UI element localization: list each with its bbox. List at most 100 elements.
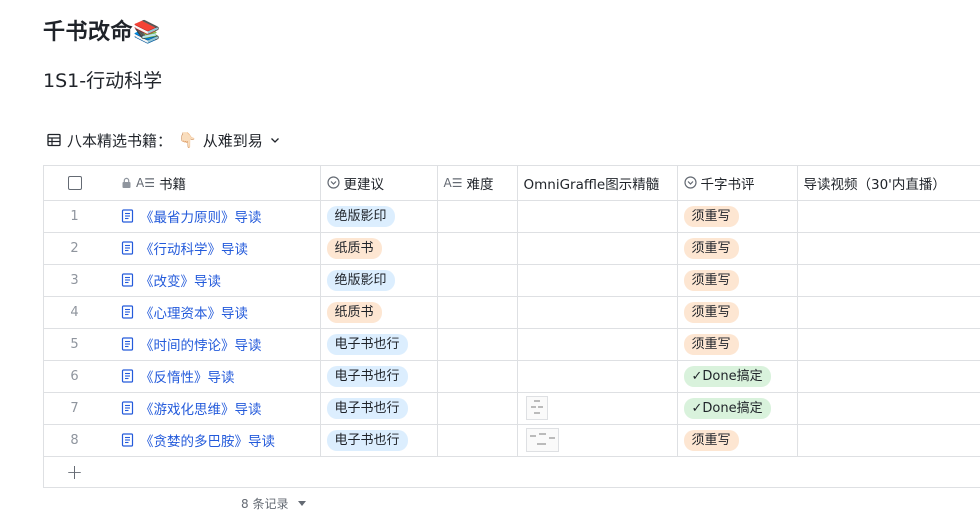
cell-video[interactable]: [797, 392, 980, 425]
cell-omni[interactable]: [517, 200, 678, 233]
cell-book[interactable]: 《贪婪的多巴胺》导读: [105, 424, 321, 457]
cell-review[interactable]: 须重写: [677, 232, 798, 265]
single-select-icon: [326, 176, 340, 189]
view-sort-label: 从难到易: [202, 131, 263, 150]
book-link[interactable]: 《反惰性》导读: [111, 366, 314, 386]
document-icon: [121, 401, 134, 415]
record-count-footer[interactable]: 8 条记录: [241, 495, 307, 512]
page-title: 千书改命📚: [43, 20, 161, 45]
table-row[interactable]: 5 《时间的悖论》导读 电子书也行 须重写: [44, 328, 980, 361]
table-row[interactable]: 1 《最省力原则》导读 绝版影印 须重写: [44, 200, 980, 233]
cell-video[interactable]: [797, 232, 980, 265]
cell-book[interactable]: 《心理资本》导读: [105, 296, 321, 329]
table-row[interactable]: 6 《反惰性》导读 电子书也行 ✓Done搞定: [44, 360, 980, 393]
column-header-book[interactable]: A☰ 书籍: [105, 166, 321, 201]
cell-suggestion[interactable]: 电子书也行: [320, 360, 438, 393]
review-tag: ✓Done搞定: [683, 397, 771, 419]
cell-review[interactable]: 须重写: [677, 328, 798, 361]
record-count: 8 条记录: [241, 497, 289, 511]
book-link[interactable]: 《贪婪的多巴胺》导读: [111, 430, 314, 450]
cell-review[interactable]: 须重写: [677, 296, 798, 329]
row-number: 3: [44, 264, 105, 297]
cell-suggestion[interactable]: 绝版影印: [320, 264, 438, 297]
cell-book[interactable]: 《行动科学》导读: [105, 232, 321, 265]
review-tag: ✓Done搞定: [683, 365, 771, 387]
column-header-omni-label: OmniGraffle图示精髓: [523, 176, 660, 193]
table-row[interactable]: 3 《改变》导读 绝版影印 须重写: [44, 264, 980, 297]
cell-difficulty[interactable]: [437, 200, 518, 233]
cell-review[interactable]: ✓Done搞定: [677, 360, 798, 393]
select-all-cell[interactable]: [44, 166, 105, 201]
cell-review[interactable]: ✓Done搞定: [677, 392, 798, 425]
caret-down-icon[interactable]: [298, 501, 307, 506]
cell-review[interactable]: 须重写: [677, 264, 798, 297]
cell-review[interactable]: 须重写: [677, 424, 798, 457]
book-link[interactable]: 《改变》导读: [111, 270, 314, 290]
cell-suggestion[interactable]: 绝版影印: [320, 200, 438, 233]
book-link[interactable]: 《游戏化思维》导读: [111, 398, 314, 418]
column-header-video[interactable]: 导读视频（30'内直播）: [797, 166, 980, 201]
select-all-checkbox[interactable]: [67, 175, 82, 190]
cell-book[interactable]: 《时间的悖论》导读: [105, 328, 321, 361]
table-row[interactable]: 8 《贪婪的多巴胺》导读 电子书也行 须重写: [44, 424, 980, 457]
cell-book[interactable]: 《游戏化思维》导读: [105, 392, 321, 425]
cell-difficulty[interactable]: [437, 392, 518, 425]
book-link[interactable]: 《最省力原则》导读: [111, 206, 314, 226]
cell-suggestion[interactable]: 纸质书: [320, 232, 438, 265]
cell-video[interactable]: [797, 200, 980, 233]
cell-omni[interactable]: [517, 264, 678, 297]
cell-omni[interactable]: [517, 360, 678, 393]
document-icon: [121, 369, 134, 383]
cell-book[interactable]: 《反惰性》导读: [105, 360, 321, 393]
book-title: 《时间的悖论》导读: [140, 338, 262, 354]
cell-difficulty[interactable]: [437, 264, 518, 297]
book-link[interactable]: 《行动科学》导读: [111, 238, 314, 258]
book-title: 《贪婪的多巴胺》导读: [140, 434, 275, 450]
cell-difficulty[interactable]: [437, 328, 518, 361]
column-header-suggestion[interactable]: 更建议: [320, 166, 438, 201]
view-label: 八本精选书籍：: [67, 131, 173, 150]
column-header-difficulty[interactable]: A☰ 难度: [437, 166, 518, 201]
cell-omni[interactable]: [517, 232, 678, 265]
document-icon: [121, 433, 134, 447]
cell-omni[interactable]: [517, 424, 678, 457]
column-header-review[interactable]: 千字书评: [677, 166, 798, 201]
cell-suggestion[interactable]: 电子书也行: [320, 392, 438, 425]
cell-book[interactable]: 《改变》导读: [105, 264, 321, 297]
cell-suggestion[interactable]: 纸质书: [320, 296, 438, 329]
cell-difficulty[interactable]: [437, 232, 518, 265]
suggestion-tag: 电子书也行: [326, 397, 408, 419]
chevron-down-icon[interactable]: [269, 134, 281, 146]
cell-video[interactable]: [797, 424, 980, 457]
book-link[interactable]: 《时间的悖论》导读: [111, 334, 314, 354]
cell-video[interactable]: [797, 328, 980, 361]
cell-omni[interactable]: [517, 296, 678, 329]
cell-video[interactable]: [797, 360, 980, 393]
cell-review[interactable]: 须重写: [677, 200, 798, 233]
add-row[interactable]: +: [44, 456, 980, 487]
plus-icon[interactable]: +: [66, 460, 83, 484]
cell-omni[interactable]: [517, 328, 678, 361]
cell-video[interactable]: [797, 264, 980, 297]
diagram-thumbnail[interactable]: [525, 428, 559, 452]
cell-omni[interactable]: [517, 392, 678, 425]
cell-video[interactable]: [797, 296, 980, 329]
table-row[interactable]: 4 《心理资本》导读 纸质书 须重写: [44, 296, 980, 329]
suggestion-tag: 电子书也行: [326, 365, 408, 387]
column-header-book-label: 书籍: [158, 176, 186, 193]
cell-book[interactable]: 《最省力原则》导读: [105, 200, 321, 233]
cell-difficulty[interactable]: [437, 360, 518, 393]
cell-difficulty[interactable]: [437, 424, 518, 457]
cell-suggestion[interactable]: 电子书也行: [320, 328, 438, 361]
column-header-omni[interactable]: OmniGraffle图示精髓: [517, 166, 678, 201]
cell-suggestion[interactable]: 电子书也行: [320, 424, 438, 457]
book-link[interactable]: 《心理资本》导读: [111, 302, 314, 322]
document-icon: [121, 241, 134, 255]
view-switcher[interactable]: 八本精选书籍： 👇🏻 从难到易: [47, 128, 281, 152]
cell-difficulty[interactable]: [437, 296, 518, 329]
table-row[interactable]: 2 《行动科学》导读 纸质书 须重写: [44, 232, 980, 265]
table-row[interactable]: 7 《游戏化思维》导读 电子书也行 ✓Done搞定: [44, 392, 980, 425]
row-number: 1: [44, 200, 105, 233]
diagram-thumbnail[interactable]: [525, 396, 548, 420]
column-header-difficulty-label: 难度: [466, 176, 494, 193]
